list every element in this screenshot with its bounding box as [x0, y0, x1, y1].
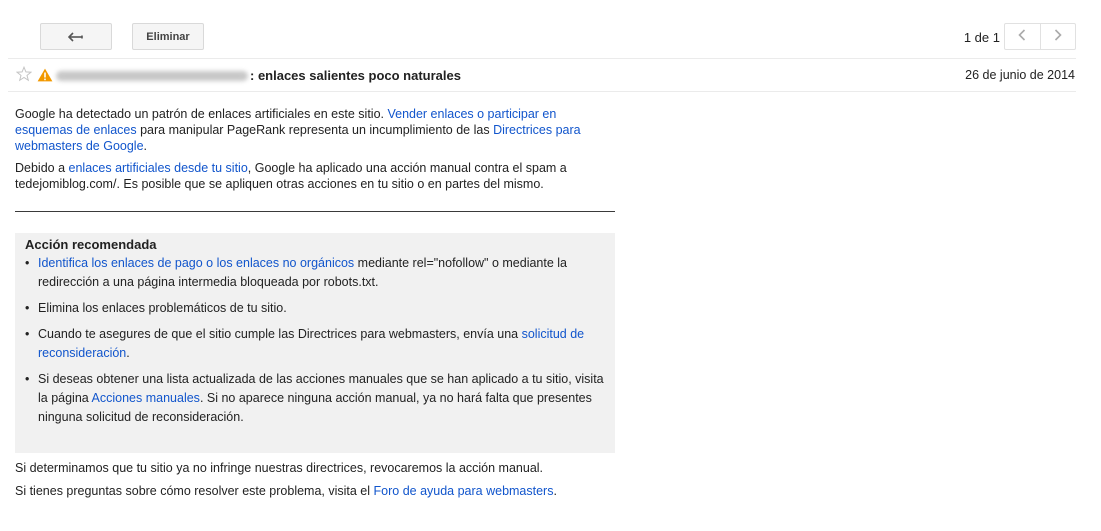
artificial-links-link[interactable]: enlaces artificiales desde tu sitio	[69, 161, 248, 175]
section-divider	[15, 211, 615, 212]
bullet: •	[25, 327, 30, 341]
recommended-action-title: Acción recomendada	[25, 237, 157, 252]
message-header: : enlaces salientes poco naturales 26 de…	[0, 59, 1101, 91]
reply-arrow-icon	[68, 31, 84, 42]
body-text: .	[143, 139, 148, 153]
message-footer: Si determinamos que tu sitio ya no infri…	[15, 460, 655, 506]
older-button[interactable]	[1005, 24, 1040, 49]
delete-button[interactable]: Eliminar	[132, 23, 204, 50]
pager-count: 1 de 1	[963, 30, 1000, 45]
list-item: • Si deseas obtener una lista actualizad…	[25, 370, 605, 427]
footer-text: Si tienes preguntas sobre cómo resolver …	[15, 484, 374, 498]
back-button[interactable]	[40, 23, 112, 50]
chevron-right-icon	[1054, 28, 1062, 46]
footer-help-text: Si tienes preguntas sobre cómo resolver …	[15, 483, 655, 499]
list-item: • Elimina los enlaces problemáticos de t…	[25, 299, 605, 318]
message-subject: : enlaces salientes poco naturales	[250, 68, 461, 83]
paragraph-manual-action: Debido a enlaces artificiales desde tu s…	[15, 160, 615, 192]
manual-actions-link[interactable]: Acciones manuales	[92, 391, 200, 405]
message-date: 26 de junio de 2014	[965, 68, 1075, 82]
body-text: Debido a	[15, 161, 69, 175]
body-text: para manipular PageRank representa un in…	[136, 123, 494, 137]
paragraph-detection: Google ha detectado un patrón de enlaces…	[15, 106, 615, 154]
item-text: Cuando te asegures de que el sitio cumpl…	[38, 327, 522, 341]
list-item: • Identifica los enlaces de pago o los e…	[25, 254, 605, 292]
pager-controls	[1004, 23, 1076, 50]
message-body: Google ha detectado un patrón de enlaces…	[15, 106, 615, 198]
recommended-action-box: Acción recomendada • Identifica los enla…	[15, 233, 615, 453]
list-item: • Cuando te asegures de que el sitio cum…	[25, 325, 605, 363]
sender-address-blurred	[56, 71, 248, 81]
header-divider	[8, 91, 1076, 92]
bullet: •	[25, 372, 30, 386]
warning-icon	[37, 68, 53, 87]
bullet: •	[25, 256, 30, 270]
identify-links-link[interactable]: Identifica los enlaces de pago o los enl…	[38, 256, 354, 270]
bullet: •	[25, 301, 30, 315]
recommended-action-list: • Identifica los enlaces de pago o los e…	[25, 254, 605, 427]
footer-revoke-text: Si determinamos que tu sitio ya no infri…	[15, 461, 544, 475]
item-text: Elimina los enlaces problemáticos de tu …	[38, 301, 287, 315]
toolbar: Eliminar 1 de 1	[0, 0, 1101, 58]
chevron-left-icon	[1018, 28, 1026, 46]
item-text: .	[126, 346, 130, 360]
body-text: Google ha detectado un patrón de enlaces…	[15, 107, 388, 121]
webmaster-forum-link[interactable]: Foro de ayuda para webmasters	[374, 484, 554, 498]
footer-text: .	[553, 484, 557, 498]
star-icon[interactable]	[15, 65, 33, 87]
newer-button[interactable]	[1039, 24, 1076, 49]
